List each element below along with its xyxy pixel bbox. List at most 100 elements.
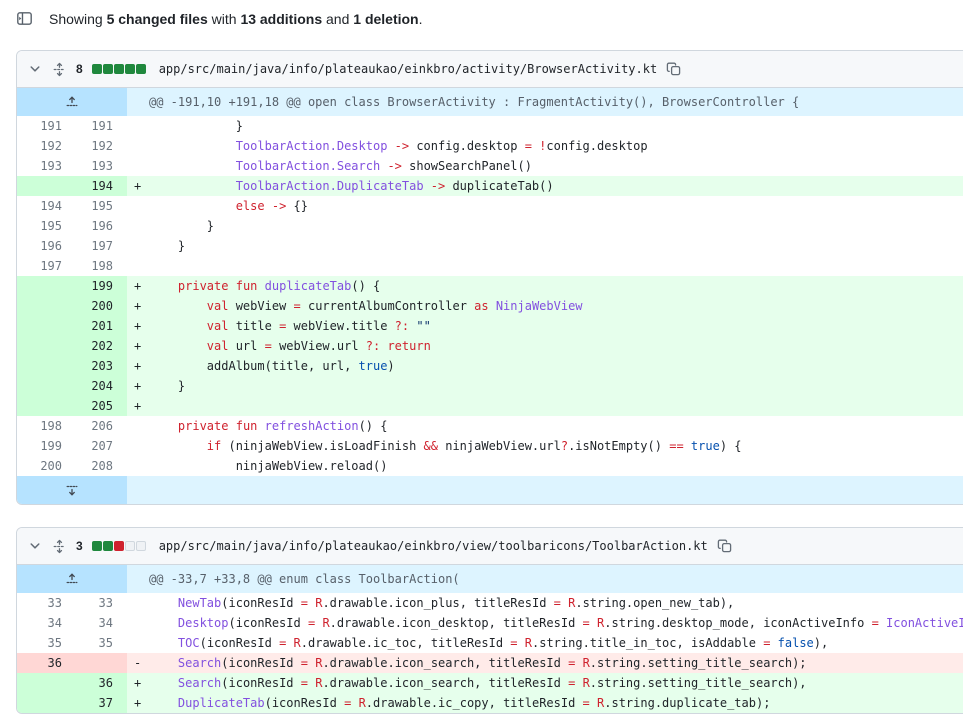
code-line: DuplicateTab(iconResId = R.drawable.ic_c… bbox=[149, 693, 963, 713]
new-line-number[interactable]: 196 bbox=[72, 216, 127, 236]
old-line-number[interactable]: 200 bbox=[17, 456, 72, 476]
old-line-number[interactable] bbox=[17, 276, 72, 296]
code-line: TOC(iconResId = R.drawable.ic_toc, title… bbox=[177, 636, 829, 650]
file-path: app/src/main/java/info/plateaukao/einkbr… bbox=[158, 539, 708, 553]
fold-up-icon bbox=[66, 96, 78, 107]
diffstat-square-del bbox=[113, 541, 124, 551]
expand-up-button[interactable] bbox=[17, 88, 127, 116]
new-line-number[interactable]: 200 bbox=[72, 296, 127, 316]
diffstat-square-add bbox=[135, 64, 146, 74]
new-line-number[interactable]: 195 bbox=[72, 196, 127, 216]
file-tree-toggle-button[interactable] bbox=[16, 10, 33, 27]
fold-up-icon bbox=[66, 573, 78, 584]
diff-marker bbox=[127, 136, 149, 156]
diff-row-context: 196 197 } bbox=[17, 236, 963, 256]
unfold-icon[interactable] bbox=[52, 539, 67, 554]
old-line-number[interactable]: 197 bbox=[17, 256, 72, 276]
diff-table: @@ -33,7 +33,8 @@ enum class ToolbarActi… bbox=[17, 565, 963, 713]
code-line: ToolbarAction.DuplicateTab -> duplicateT… bbox=[149, 176, 963, 196]
old-line-number[interactable]: 194 bbox=[17, 196, 72, 216]
new-line-number[interactable]: 33 bbox=[72, 593, 127, 613]
new-line-number[interactable]: 207 bbox=[72, 436, 127, 456]
diff-table: @@ -191,10 +191,18 @@ open class Browser… bbox=[17, 88, 963, 504]
collapse-file-button[interactable] bbox=[27, 61, 43, 77]
diff-row-context: 197 198 bbox=[17, 256, 963, 276]
summary-segment: . bbox=[418, 10, 423, 27]
new-line-number[interactable]: 201 bbox=[72, 316, 127, 336]
new-line-number[interactable]: 35 bbox=[72, 633, 127, 653]
diffstat-square-add bbox=[124, 64, 135, 74]
new-line-number[interactable]: 198 bbox=[72, 256, 127, 276]
new-line-number[interactable]: 191 bbox=[72, 116, 127, 136]
old-line-number[interactable] bbox=[17, 296, 72, 316]
old-line-number[interactable] bbox=[17, 176, 72, 196]
file-header[interactable]: 3 app/src/main/java/info/plateaukao/eink… bbox=[17, 528, 963, 565]
collapse-file-button[interactable] bbox=[27, 538, 43, 554]
diff-marker bbox=[127, 216, 149, 236]
new-line-number[interactable]: 193 bbox=[72, 156, 127, 176]
old-line-number[interactable]: 34 bbox=[17, 613, 72, 633]
old-line-number[interactable] bbox=[17, 693, 72, 713]
new-line-number[interactable]: 202 bbox=[72, 336, 127, 356]
old-line-number[interactable]: 35 bbox=[17, 633, 72, 653]
new-line-number[interactable]: 197 bbox=[72, 236, 127, 256]
diff-marker: + bbox=[127, 276, 149, 296]
copy-path-button[interactable] bbox=[666, 61, 682, 77]
new-line-number[interactable] bbox=[72, 653, 127, 673]
copy-path-button[interactable] bbox=[717, 538, 733, 554]
old-line-number[interactable]: 191 bbox=[17, 116, 72, 136]
new-line-number[interactable]: 192 bbox=[72, 136, 127, 156]
diff-row-add: 205 + bbox=[17, 396, 963, 416]
old-line-number[interactable]: 192 bbox=[17, 136, 72, 156]
old-line-number[interactable]: 196 bbox=[17, 236, 72, 256]
diff-marker: + bbox=[127, 376, 149, 396]
new-line-number[interactable]: 204 bbox=[72, 376, 127, 396]
expand-up-button[interactable] bbox=[17, 565, 127, 593]
new-line-number[interactable]: 203 bbox=[72, 356, 127, 376]
code-line: ToolbarAction.Desktop -> config.desktop … bbox=[235, 139, 648, 153]
summary-segment: and bbox=[322, 10, 354, 27]
expand-down-button[interactable] bbox=[17, 476, 127, 504]
old-line-number[interactable] bbox=[17, 356, 72, 376]
new-line-number[interactable]: 205 bbox=[72, 396, 127, 416]
old-line-number[interactable] bbox=[17, 316, 72, 336]
file-diff: 3 app/src/main/java/info/plateaukao/eink… bbox=[16, 527, 963, 714]
old-line-number[interactable]: 33 bbox=[17, 593, 72, 613]
code-line: private fun duplicateTab() { bbox=[149, 276, 963, 296]
old-line-number[interactable] bbox=[17, 673, 72, 693]
code-line: ToolbarAction.Search -> showSearchPanel(… bbox=[235, 159, 532, 173]
new-line-number[interactable]: 34 bbox=[72, 613, 127, 633]
file-tree-toggle-icon bbox=[17, 12, 32, 25]
old-line-number[interactable] bbox=[17, 376, 72, 396]
diff-row-add: 202 + val url = webView.url ?: return bbox=[17, 336, 963, 356]
diff-row-context: 35 35 TOC(iconResId = R.drawable.ic_toc, … bbox=[17, 633, 963, 653]
code-line: addAlbum(title, url, true) bbox=[149, 356, 963, 376]
new-line-number[interactable]: 36 bbox=[72, 673, 127, 693]
expand-bottom-row bbox=[17, 476, 963, 504]
diff-row-context: 195 196 } bbox=[17, 216, 963, 236]
hunk-gutter bbox=[17, 476, 127, 504]
new-line-number[interactable]: 37 bbox=[72, 693, 127, 713]
new-line-number[interactable]: 206 bbox=[72, 416, 127, 436]
old-line-number[interactable]: 199 bbox=[17, 436, 72, 456]
code-line: } bbox=[149, 376, 963, 396]
code-line: private fun refreshAction() { bbox=[177, 419, 388, 433]
file-path: app/src/main/java/info/plateaukao/einkbr… bbox=[158, 62, 658, 76]
diff-row-add: 194 + ToolbarAction.DuplicateTab -> dupli… bbox=[17, 176, 963, 196]
old-line-number[interactable] bbox=[17, 336, 72, 356]
diff-marker bbox=[127, 236, 149, 256]
new-line-number[interactable]: 194 bbox=[72, 176, 127, 196]
old-line-number[interactable]: 195 bbox=[17, 216, 72, 236]
old-line-number[interactable]: 36 bbox=[17, 653, 72, 673]
old-line-number[interactable]: 198 bbox=[17, 416, 72, 436]
new-line-number[interactable]: 208 bbox=[72, 456, 127, 476]
old-line-number[interactable] bbox=[17, 396, 72, 416]
diff-marker bbox=[127, 593, 149, 613]
old-line-number[interactable]: 193 bbox=[17, 156, 72, 176]
summary-segment: with bbox=[207, 10, 241, 27]
code-line bbox=[149, 396, 963, 416]
file-header[interactable]: 8 app/src/main/java/info/plateaukao/eink… bbox=[17, 51, 963, 88]
unfold-icon[interactable] bbox=[52, 62, 67, 77]
new-line-number[interactable]: 199 bbox=[72, 276, 127, 296]
